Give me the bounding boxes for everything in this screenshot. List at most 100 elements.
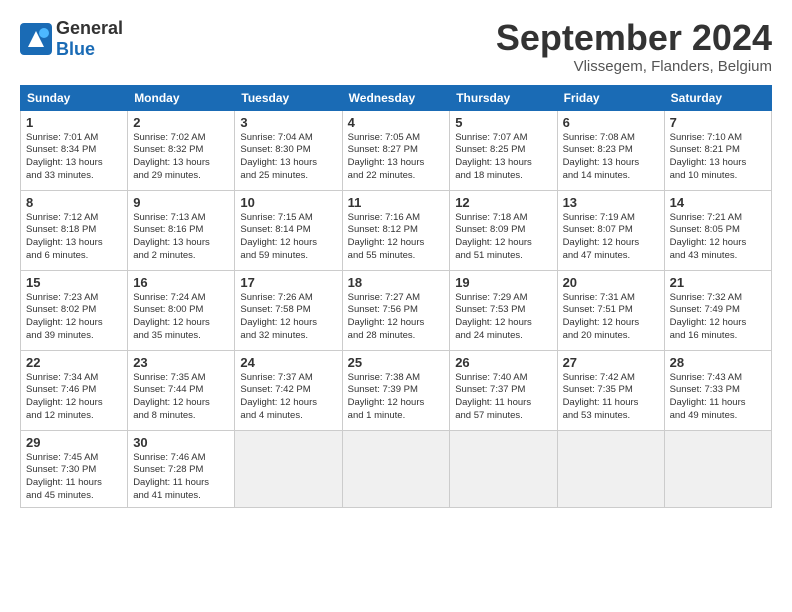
day-info: Sunrise: 7:43 AMSunset: 7:33 PMDaylight:… — [670, 372, 766, 423]
day-info: Sunrise: 7:45 AMSunset: 7:30 PMDaylight:… — [26, 452, 122, 503]
calendar-cell: 19 Sunrise: 7:29 AMSunset: 7:53 PMDayligh… — [450, 270, 557, 350]
logo-general-text: General — [56, 18, 123, 38]
day-number: 17 — [240, 275, 336, 290]
calendar-week-5: 29 Sunrise: 7:45 AMSunset: 7:30 PMDayligh… — [21, 430, 772, 507]
calendar-cell: 26 Sunrise: 7:40 AMSunset: 7:37 PMDayligh… — [450, 350, 557, 430]
calendar-cell: 14 Sunrise: 7:21 AMSunset: 8:05 PMDayligh… — [664, 190, 771, 270]
calendar-cell: 7 Sunrise: 7:10 AMSunset: 8:21 PMDaylight… — [664, 110, 771, 190]
calendar-cell: 5 Sunrise: 7:07 AMSunset: 8:25 PMDaylight… — [450, 110, 557, 190]
day-info: Sunrise: 7:19 AMSunset: 8:07 PMDaylight:… — [563, 212, 659, 263]
calendar-cell: 17 Sunrise: 7:26 AMSunset: 7:58 PMDayligh… — [235, 270, 342, 350]
calendar-cell: 15 Sunrise: 7:23 AMSunset: 8:02 PMDayligh… — [21, 270, 128, 350]
day-number: 19 — [455, 275, 551, 290]
day-number: 18 — [348, 275, 445, 290]
day-number: 28 — [670, 355, 766, 370]
calendar-cell: 23 Sunrise: 7:35 AMSunset: 7:44 PMDayligh… — [128, 350, 235, 430]
location: Vlissegem, Flanders, Belgium — [496, 58, 772, 75]
day-info: Sunrise: 7:27 AMSunset: 7:56 PMDaylight:… — [348, 292, 445, 343]
day-info: Sunrise: 7:40 AMSunset: 7:37 PMDaylight:… — [455, 372, 551, 423]
day-info: Sunrise: 7:07 AMSunset: 8:25 PMDaylight:… — [455, 132, 551, 183]
calendar-header-row: SundayMondayTuesdayWednesdayThursdayFrid… — [21, 85, 772, 110]
day-number: 10 — [240, 195, 336, 210]
day-info: Sunrise: 7:29 AMSunset: 7:53 PMDaylight:… — [455, 292, 551, 343]
calendar-cell: 16 Sunrise: 7:24 AMSunset: 8:00 PMDayligh… — [128, 270, 235, 350]
day-number: 26 — [455, 355, 551, 370]
day-number: 25 — [348, 355, 445, 370]
calendar-week-4: 22 Sunrise: 7:34 AMSunset: 7:46 PMDayligh… — [21, 350, 772, 430]
day-number: 8 — [26, 195, 122, 210]
calendar-header-saturday: Saturday — [664, 85, 771, 110]
day-number: 1 — [26, 115, 122, 130]
day-number: 9 — [133, 195, 229, 210]
day-number: 14 — [670, 195, 766, 210]
calendar-cell: 25Sunrise: 7:38 AMSunset: 7:39 PMDayligh… — [342, 350, 450, 430]
day-info: Sunrise: 7:46 AMSunset: 7:28 PMDaylight:… — [133, 452, 229, 503]
day-number: 29 — [26, 435, 122, 450]
day-number: 12 — [455, 195, 551, 210]
calendar-cell: 27 Sunrise: 7:42 AMSunset: 7:35 PMDayligh… — [557, 350, 664, 430]
day-number: 21 — [670, 275, 766, 290]
day-info: Sunrise: 7:23 AMSunset: 8:02 PMDaylight:… — [26, 292, 122, 343]
calendar-cell: 24Sunrise: 7:37 AMSunset: 7:42 PMDayligh… — [235, 350, 342, 430]
logo-blue-text: Blue — [56, 39, 95, 59]
calendar-cell: 20Sunrise: 7:31 AMSunset: 7:51 PMDayligh… — [557, 270, 664, 350]
calendar-week-1: 1 Sunrise: 7:01 AMSunset: 8:34 PMDaylight… — [21, 110, 772, 190]
calendar-cell: 21 Sunrise: 7:32 AMSunset: 7:49 PMDayligh… — [664, 270, 771, 350]
day-info: Sunrise: 7:24 AMSunset: 8:00 PMDaylight:… — [133, 292, 229, 343]
calendar-header-wednesday: Wednesday — [342, 85, 450, 110]
day-info: Sunrise: 7:26 AMSunset: 7:58 PMDaylight:… — [240, 292, 336, 343]
calendar-header-thursday: Thursday — [450, 85, 557, 110]
day-number: 13 — [563, 195, 659, 210]
calendar-cell — [557, 430, 664, 507]
day-number: 7 — [670, 115, 766, 130]
day-number: 27 — [563, 355, 659, 370]
calendar-cell: 28 Sunrise: 7:43 AMSunset: 7:33 PMDayligh… — [664, 350, 771, 430]
logo-icon — [20, 23, 52, 55]
day-info: Sunrise: 7:37 AMSunset: 7:42 PMDaylight:… — [240, 372, 336, 423]
day-info: Sunrise: 7:18 AMSunset: 8:09 PMDaylight:… — [455, 212, 551, 263]
day-number: 15 — [26, 275, 122, 290]
calendar-cell: 3 Sunrise: 7:04 AMSunset: 8:30 PMDaylight… — [235, 110, 342, 190]
day-number: 16 — [133, 275, 229, 290]
day-info: Sunrise: 7:01 AMSunset: 8:34 PMDaylight:… — [26, 132, 122, 183]
day-info: Sunrise: 7:04 AMSunset: 8:30 PMDaylight:… — [240, 132, 336, 183]
day-number: 3 — [240, 115, 336, 130]
day-info: Sunrise: 7:21 AMSunset: 8:05 PMDaylight:… — [670, 212, 766, 263]
month-title: September 2024 — [496, 18, 772, 58]
calendar-cell: 8 Sunrise: 7:12 AMSunset: 8:18 PMDaylight… — [21, 190, 128, 270]
day-number: 22 — [26, 355, 122, 370]
calendar-cell — [664, 430, 771, 507]
day-info: Sunrise: 7:10 AMSunset: 8:21 PMDaylight:… — [670, 132, 766, 183]
day-info: Sunrise: 7:34 AMSunset: 7:46 PMDaylight:… — [26, 372, 122, 423]
day-info: Sunrise: 7:35 AMSunset: 7:44 PMDaylight:… — [133, 372, 229, 423]
calendar: SundayMondayTuesdayWednesdayThursdayFrid… — [20, 85, 772, 508]
day-number: 2 — [133, 115, 229, 130]
day-info: Sunrise: 7:16 AMSunset: 8:12 PMDaylight:… — [348, 212, 445, 263]
calendar-cell: 11 Sunrise: 7:16 AMSunset: 8:12 PMDayligh… — [342, 190, 450, 270]
day-info: Sunrise: 7:12 AMSunset: 8:18 PMDaylight:… — [26, 212, 122, 263]
calendar-cell: 29 Sunrise: 7:45 AMSunset: 7:30 PMDayligh… — [21, 430, 128, 507]
title-block: September 2024 Vlissegem, Flanders, Belg… — [496, 18, 772, 75]
page: General Blue September 2024 Vlissegem, F… — [0, 0, 792, 612]
header: General Blue September 2024 Vlissegem, F… — [20, 18, 772, 75]
day-info: Sunrise: 7:32 AMSunset: 7:49 PMDaylight:… — [670, 292, 766, 343]
day-number: 30 — [133, 435, 229, 450]
calendar-cell: 1 Sunrise: 7:01 AMSunset: 8:34 PMDaylight… — [21, 110, 128, 190]
day-number: 20 — [563, 275, 659, 290]
calendar-header-friday: Friday — [557, 85, 664, 110]
calendar-header-sunday: Sunday — [21, 85, 128, 110]
calendar-cell: 18 Sunrise: 7:27 AMSunset: 7:56 PMDayligh… — [342, 270, 450, 350]
calendar-cell: 12 Sunrise: 7:18 AMSunset: 8:09 PMDayligh… — [450, 190, 557, 270]
calendar-cell — [342, 430, 450, 507]
day-number: 4 — [348, 115, 445, 130]
day-info: Sunrise: 7:13 AMSunset: 8:16 PMDaylight:… — [133, 212, 229, 263]
calendar-week-2: 8 Sunrise: 7:12 AMSunset: 8:18 PMDaylight… — [21, 190, 772, 270]
day-number: 23 — [133, 355, 229, 370]
day-info: Sunrise: 7:42 AMSunset: 7:35 PMDaylight:… — [563, 372, 659, 423]
day-number: 11 — [348, 195, 445, 210]
day-number: 5 — [455, 115, 551, 130]
calendar-header-tuesday: Tuesday — [235, 85, 342, 110]
logo: General Blue — [20, 18, 123, 60]
calendar-cell: 30 Sunrise: 7:46 AMSunset: 7:28 PMDayligh… — [128, 430, 235, 507]
calendar-cell: 9 Sunrise: 7:13 AMSunset: 8:16 PMDaylight… — [128, 190, 235, 270]
